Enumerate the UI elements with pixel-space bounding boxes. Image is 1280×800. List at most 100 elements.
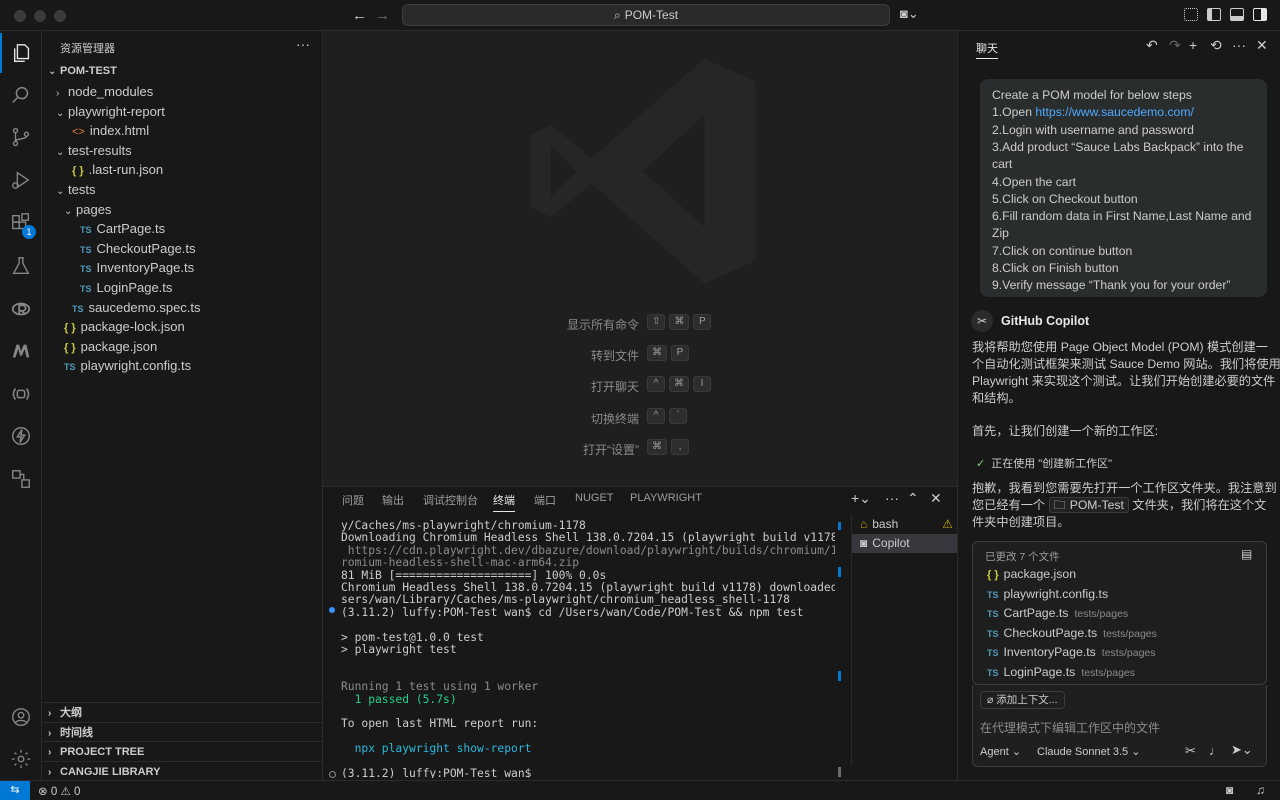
toggle-primary-sidebar-icon[interactable] [1207, 8, 1221, 21]
testing-flask-icon[interactable] [0, 246, 42, 286]
model-picker[interactable]: Claude Sonnet 3.5 ⌄ [1037, 745, 1140, 758]
shortcut-label[interactable]: 显示所有命令 [567, 316, 639, 333]
cangjie-library-section[interactable]: › CANGJIE LIBRARY [42, 761, 322, 781]
changed-file-item[interactable]: { } package.json [987, 567, 1076, 581]
user-message-text: 4.Open the cart [992, 174, 1077, 189]
view-changes-icon[interactable]: ▤ [1241, 547, 1252, 561]
file-item[interactable]: TS CheckoutPage.ts [42, 239, 322, 259]
minimize-window-button[interactable] [34, 10, 46, 22]
project-tree-section[interactable]: › PROJECT TREE [42, 741, 322, 761]
changed-file-item[interactable]: TS LoginPage.ts tests/pages [987, 665, 1135, 679]
explorer-icon[interactable] [0, 33, 42, 73]
terminal-output[interactable]: y/Caches/ms-playwright/chromium-1178 Down… [341, 520, 835, 778]
account-icon[interactable] [0, 697, 42, 737]
saucedemo-link[interactable]: https://www.saucedemo.com/ [1035, 105, 1194, 119]
close-window-button[interactable] [14, 10, 26, 22]
close-panel-icon[interactable]: ✕ [930, 490, 942, 507]
extensions-icon[interactable]: 1 [0, 203, 42, 243]
file-item[interactable]: { } package-lock.json [42, 317, 322, 337]
toggle-panel-icon[interactable] [1230, 8, 1244, 21]
remote-explorer-icon[interactable] [0, 459, 42, 499]
tab-playwright[interactable]: PLAYWRIGHT [630, 492, 702, 504]
tab-terminal[interactable]: 终端 [493, 492, 515, 512]
changed-file-item[interactable]: TS playwright.config.ts [987, 587, 1108, 601]
key-cap: P [671, 345, 689, 362]
run-debug-icon[interactable] [0, 160, 42, 200]
tab-output[interactable]: 输出 [382, 492, 404, 508]
outline-section[interactable]: › 大纲 [42, 702, 322, 722]
tools-icon[interactable]: ✂ [1185, 743, 1196, 759]
add-context-button[interactable]: ⌀ 添加上下文... [980, 691, 1065, 709]
folder-item[interactable]: ⌄ playwright-report [42, 102, 322, 122]
chevron-right-icon: › [56, 88, 60, 99]
more-actions-icon[interactable]: ··· [885, 490, 899, 506]
shortcut-label[interactable]: 切换终端 [591, 410, 639, 427]
shortcut-label[interactable]: 转到文件 [591, 347, 639, 364]
shortcut-label[interactable]: 打开聊天 [591, 378, 639, 395]
new-terminal-plus-icon[interactable]: +⌄ [851, 490, 871, 507]
undo-icon[interactable]: ↶ [1146, 37, 1158, 54]
terminal-item-bash[interactable]: ⌂ bash ⚠ [852, 515, 957, 534]
new-chat-plus-icon[interactable]: + [1189, 37, 1197, 53]
settings-gear-icon[interactable] [0, 739, 42, 779]
chat-title[interactable]: 聊天 [976, 40, 998, 59]
m-extension-icon[interactable] [0, 331, 42, 371]
file-item[interactable]: <> index.html [42, 121, 322, 141]
file-item[interactable]: { } package.json [42, 337, 322, 357]
chat-input[interactable]: 在代理模式下编辑工作区中的文件 [980, 719, 1160, 736]
file-item[interactable]: TS InventoryPage.ts [42, 258, 322, 278]
file-item[interactable]: TS playwright.config.ts [42, 356, 322, 376]
send-icon[interactable]: ➤⌄ [1231, 742, 1253, 758]
notifications-bell-icon[interactable]: ♫ [1256, 783, 1265, 797]
mode-picker[interactable]: Agent ⌄ [980, 745, 1021, 758]
folder-item[interactable]: › node_modules [42, 82, 322, 102]
history-icon[interactable]: ⟲ [1210, 37, 1222, 54]
attach-icon: ⌀ [987, 694, 997, 706]
folder-item[interactable]: ⌄ test-results [42, 141, 322, 161]
lightning-icon[interactable] [0, 416, 42, 456]
forward-arrow-icon[interactable]: → [375, 7, 390, 24]
redo-icon[interactable]: ↷ [1169, 37, 1181, 54]
workspace-root[interactable]: ⌄ POM-TEST [42, 62, 322, 82]
timeline-section[interactable]: › 时间线 [42, 722, 322, 742]
file-item[interactable]: TS CartPage.ts [42, 219, 322, 239]
folder-chip[interactable]: 🗀 POM-Test [1048, 497, 1129, 513]
back-arrow-icon[interactable]: ← [352, 7, 367, 24]
folder-item[interactable]: ⌄ pages [42, 200, 322, 220]
tab-ports[interactable]: 端口 [534, 492, 556, 508]
changed-file-item[interactable]: TS CartPage.ts tests/pages [987, 606, 1128, 620]
problems-indicator[interactable]: ⊗ 0 ⚠ 0 [38, 784, 80, 798]
typescript-file-icon: TS [80, 225, 92, 236]
command-center-search[interactable]: ⌕ POM-Test [402, 4, 890, 26]
more-actions-icon[interactable]: ··· [296, 36, 310, 52]
changed-file-item[interactable]: TS InventoryPage.ts tests/pages [987, 645, 1156, 659]
source-control-icon[interactable] [0, 117, 42, 157]
tool-status: ✓ 正在使用 "创建新工作区" [976, 456, 1112, 473]
search-icon[interactable] [0, 75, 42, 115]
tab-debug-console[interactable]: 调试控制台 [423, 492, 478, 508]
microphone-icon[interactable]: ♩ [1209, 743, 1222, 758]
terminal-item-copilot[interactable]: ◙ Copilot [852, 534, 957, 553]
tree-item-label: playwright.config.ts [80, 358, 192, 374]
shortcut-label[interactable]: 打开“设置” [583, 441, 639, 458]
folder-item[interactable]: ⌄ tests [42, 180, 322, 200]
tab-nuget[interactable]: NUGET [575, 492, 614, 504]
tab-problems[interactable]: 问题 [342, 492, 364, 508]
more-actions-icon[interactable]: ··· [1232, 37, 1246, 53]
maximize-window-button[interactable] [54, 10, 66, 22]
copilot-menu-icon[interactable]: ◙⌄ [900, 6, 919, 22]
copilot-status-icon[interactable]: ◙ [1226, 783, 1233, 797]
assistant-name: GitHub Copilot [1001, 314, 1090, 328]
maximize-panel-icon[interactable]: ⌃ [907, 490, 919, 507]
file-item[interactable]: { } .last-run.json [42, 160, 322, 180]
user-message-text: 5.Click on Checkout button [992, 191, 1138, 206]
remote-indicator-icon[interactable]: ⇆ [0, 781, 30, 800]
customize-layout-icon[interactable] [1184, 8, 1198, 21]
r-extension-icon[interactable] [0, 289, 42, 329]
copilot-chat-icon[interactable] [0, 374, 42, 414]
toggle-secondary-sidebar-icon[interactable] [1253, 8, 1267, 21]
file-item[interactable]: TS saucedemo.spec.ts [42, 298, 322, 318]
file-item[interactable]: TS LoginPage.ts [42, 278, 322, 298]
changed-file-item[interactable]: TS CheckoutPage.ts tests/pages [987, 626, 1157, 640]
close-chat-icon[interactable]: ✕ [1256, 37, 1268, 54]
